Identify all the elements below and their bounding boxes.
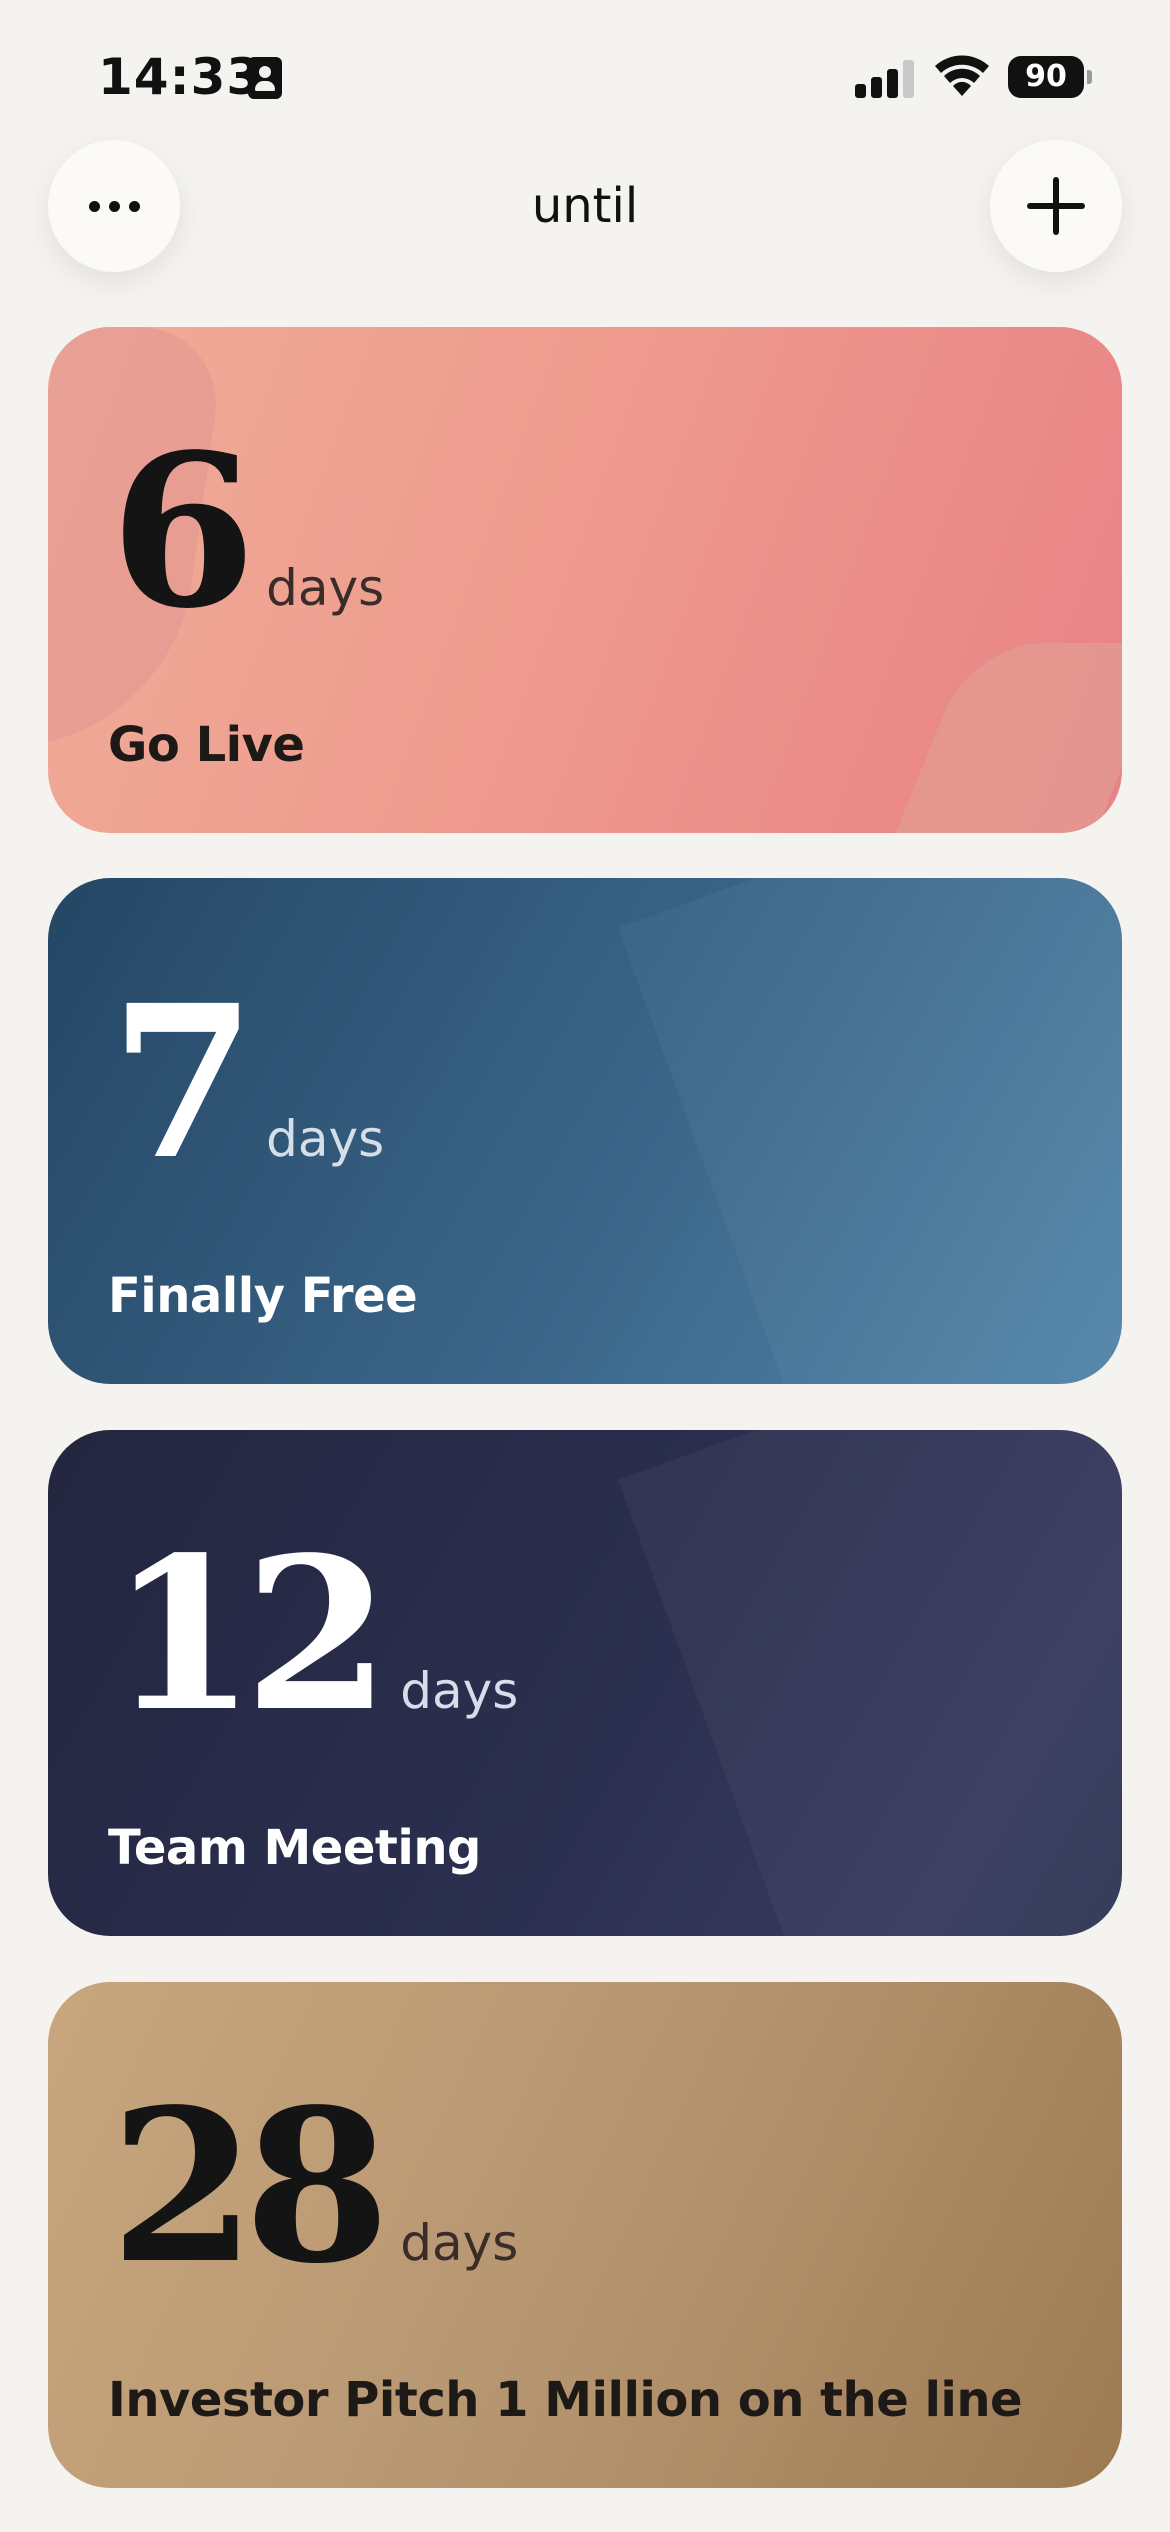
days-count: 12 <box>110 1511 390 1758</box>
days-unit: days <box>400 2214 519 2272</box>
countdown-title: Go Live <box>108 717 305 773</box>
countdown-value: 12 days <box>110 1530 518 1740</box>
days-unit: days <box>400 1662 519 1720</box>
countdown-title: Team Meeting <box>108 1820 481 1876</box>
id-badge-icon <box>248 57 282 99</box>
countdown-card-finally-free[interactable]: 7 days Finally Free <box>48 878 1122 1384</box>
card-decoration <box>891 643 1122 833</box>
countdown-card-team-meeting[interactable]: 12 days Team Meeting <box>48 1430 1122 1936</box>
cellular-signal-icon <box>855 58 915 98</box>
days-count: 6 <box>110 408 256 655</box>
countdown-title: Investor Pitch 1 Million on the line <box>108 2372 1023 2428</box>
countdown-title: Finally Free <box>108 1268 418 1324</box>
days-count: 28 <box>110 2063 390 2310</box>
status-bar: 14:33 90 <box>0 0 1170 150</box>
days-count: 7 <box>110 959 256 1206</box>
countdown-card-investor-pitch[interactable]: 28 days Investor Pitch 1 Million on the … <box>48 1982 1122 2488</box>
card-decoration <box>617 1430 1122 1936</box>
battery-cap <box>1087 70 1092 84</box>
countdown-card-go-live[interactable]: 6 days Go Live <box>48 327 1122 833</box>
battery-icon: 90 <box>1008 56 1092 98</box>
add-countdown-button[interactable] <box>990 140 1122 272</box>
countdown-value: 7 days <box>110 978 384 1188</box>
days-unit: days <box>266 1110 385 1168</box>
countdown-value: 6 days <box>110 427 384 637</box>
wifi-icon <box>935 55 989 96</box>
plus-icon <box>1027 177 1085 235</box>
countdown-value: 28 days <box>110 2082 518 2292</box>
card-decoration <box>617 878 1122 1384</box>
battery-level: 90 <box>1008 56 1084 98</box>
days-unit: days <box>266 559 385 617</box>
status-time: 14:33 <box>98 48 263 106</box>
